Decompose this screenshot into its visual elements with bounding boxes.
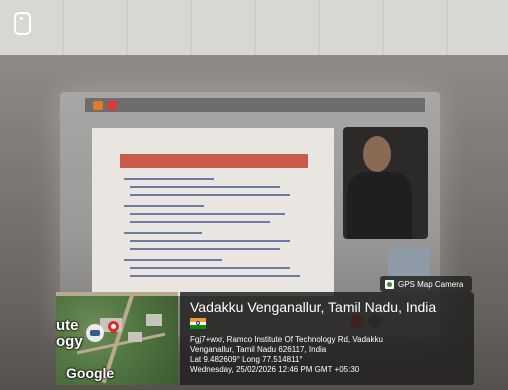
projected-thumbnail [388,247,430,277]
slide-text-line [124,178,214,180]
slide-text-line [130,194,290,196]
slide-text-line [124,259,222,261]
timestamp: Wednesday, 25/02/2026 12:46 PM GMT +05:3… [190,365,360,374]
slide-text-line [130,221,270,223]
presenter-figure [347,172,412,239]
map-building [146,314,162,326]
map-road [56,292,178,296]
address-line: Fgj7+wxr, Ramco Institute Of Technology … [190,335,383,344]
slide-text-line [124,232,202,234]
coordinates: Lat 9.482609° Long 77.514811° [190,355,303,364]
slide-text-line [130,275,300,277]
map-label: ute [56,317,79,334]
education-place-icon [86,324,104,342]
gps-map-camera-chip: GPS Map Camera [380,276,472,292]
slide-text-line [130,240,290,242]
gps-map-camera-label: GPS Map Camera [398,279,464,289]
presenter-head [363,136,391,172]
ceiling [0,0,508,55]
slide-text-line [130,267,290,269]
projected-app-icon [93,101,103,110]
india-flag-icon [190,318,206,330]
classroom-photo: GPS Map Camera ute ogy Google Vadakku Ve… [0,0,508,390]
map-label: ogy [56,333,83,350]
projected-app-icon [107,101,117,110]
address-line: Venganallur, Tamil Nadu 626117, India [190,345,327,354]
frame-icon[interactable] [14,12,31,35]
map-building [128,332,142,342]
projected-toolbar [85,98,425,112]
slide-text-line [130,213,285,215]
map-pin-icon [385,279,394,289]
slide-text-line [130,186,280,188]
projected-slide-title [120,154,308,168]
slide-text-line [124,205,204,207]
google-logo: Google [66,365,115,381]
slide-text-line [130,248,280,250]
location-title: Vadakku Venganallur, Tamil Nadu, India [190,299,437,315]
